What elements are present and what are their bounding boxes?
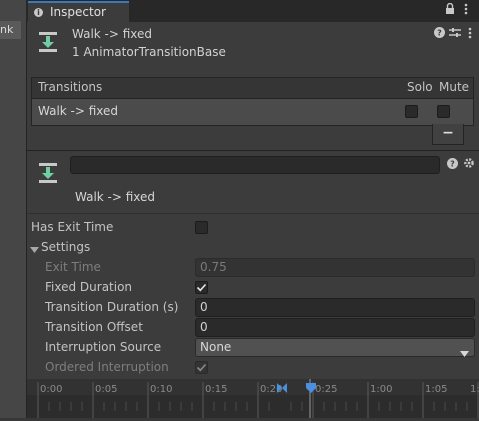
- timeline-tick-label: 1:10: [470, 384, 479, 395]
- timeline-tick-label: 0:15: [205, 384, 228, 395]
- timeline-tick-label: 1:05: [425, 384, 448, 395]
- transitions-column-label: Transitions: [38, 80, 103, 94]
- timeline-tick-label: 0:05: [95, 384, 118, 395]
- help-icon[interactable]: ?: [434, 27, 445, 41]
- transition-section-icon: [37, 162, 59, 187]
- transition-offset-field[interactable]: 0: [195, 318, 475, 337]
- has-exit-time-checkbox[interactable]: [195, 221, 208, 234]
- transition-duration-field[interactable]: 0: [195, 298, 475, 317]
- timeline-tick-label: 1:00: [370, 384, 393, 395]
- fixed-duration-label: Fixed Duration: [45, 280, 133, 294]
- tab-inspector[interactable]: i Inspector: [28, 1, 129, 22]
- header-subtitle: 1 AnimatorTransitionBase: [72, 45, 226, 59]
- left-pane-tab[interactable]: ink: [0, 21, 21, 39]
- transition-duration-label: Transition Duration (s): [45, 300, 179, 314]
- solo-column-label: Solo: [407, 80, 433, 94]
- remove-transition-button[interactable]: −: [432, 124, 464, 145]
- inspector-tab-icon: i: [34, 8, 43, 17]
- header-title: Walk -> fixed: [72, 27, 153, 41]
- transition-start-marker-icon[interactable]: [276, 382, 288, 397]
- ordered-interruption-checkbox: [195, 361, 208, 374]
- transition-offset-label: Transition Offset: [45, 320, 143, 334]
- svg-text:?: ?: [450, 160, 455, 169]
- left-pane: [0, 0, 26, 418]
- transition-row[interactable]: Walk -> fixed: [32, 99, 473, 125]
- solo-checkbox[interactable]: [405, 105, 418, 118]
- header-more-icon[interactable]: [468, 27, 472, 42]
- divider: [27, 150, 479, 151]
- interruption-source-value: None: [200, 340, 232, 354]
- transitions-list: Transitions Solo Mute Walk -> fixed: [31, 77, 474, 126]
- dropdown-arrow-icon: [460, 345, 469, 362]
- lock-icon[interactable]: [445, 2, 455, 18]
- more-icon[interactable]: [464, 3, 468, 18]
- mute-column-label: Mute: [439, 80, 470, 94]
- exit-time-field: 0.75: [195, 258, 475, 277]
- transition-icon: [37, 31, 59, 56]
- checkmark-icon: [196, 283, 207, 292]
- transition-name-field[interactable]: [70, 156, 440, 174]
- fixed-duration-checkbox[interactable]: [195, 281, 208, 294]
- timeline-tick-label: 0:25: [315, 384, 338, 395]
- tab-label: Inspector: [50, 5, 106, 19]
- gear-icon[interactable]: [463, 157, 475, 172]
- settings-foldout-arrow-icon[interactable]: [30, 243, 39, 257]
- exit-time-label: Exit Time: [45, 260, 101, 274]
- transition-title: Walk -> fixed: [75, 190, 156, 204]
- transitions-list-header: Transitions Solo Mute: [32, 78, 473, 99]
- timeline-tick-label: 0:00: [40, 384, 63, 395]
- transition-help-icon[interactable]: ?: [447, 158, 458, 172]
- transition-row-name: Walk -> fixed: [38, 104, 119, 118]
- checkmark-icon: [196, 363, 207, 372]
- presets-icon[interactable]: [449, 27, 461, 41]
- settings-foldout-label[interactable]: Settings: [41, 240, 90, 254]
- has-exit-time-label: Has Exit Time: [31, 220, 114, 234]
- interruption-source-dropdown[interactable]: None: [195, 338, 475, 357]
- interruption-source-label: Interruption Source: [45, 340, 162, 354]
- mute-checkbox[interactable]: [437, 105, 450, 118]
- transition-end-marker-icon[interactable]: [305, 382, 317, 397]
- svg-text:?: ?: [437, 29, 442, 38]
- divider: [27, 213, 479, 214]
- timeline-tick-label: 0:10: [150, 384, 173, 395]
- ordered-interruption-label: Ordered Interruption: [45, 360, 169, 374]
